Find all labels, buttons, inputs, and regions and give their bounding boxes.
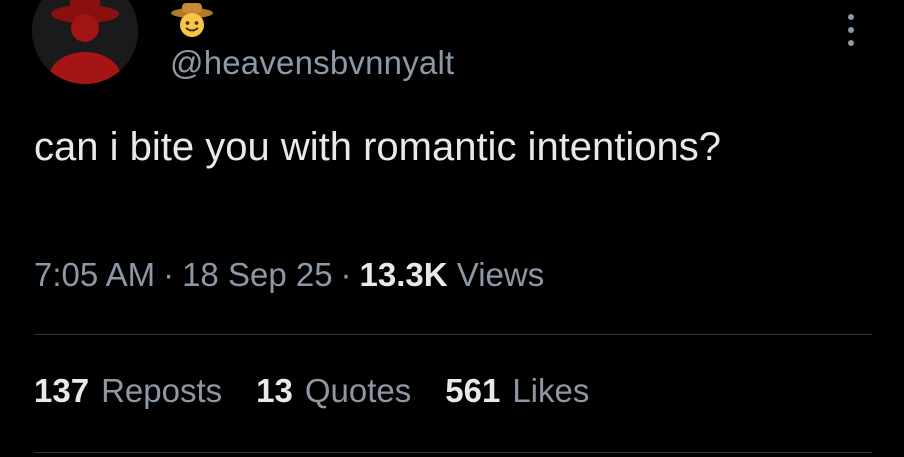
quotes-stat[interactable]: 13 Quotes [256, 372, 411, 410]
reposts-count: 137 [34, 372, 90, 409]
tweet-date[interactable]: 18 Sep 25 [182, 256, 332, 293]
likes-count: 561 [445, 372, 501, 409]
display-name-emoji[interactable] [170, 2, 214, 38]
tweet-time[interactable]: 7:05 AM [34, 256, 155, 293]
likes-label: Likes [512, 372, 590, 409]
cowboy-figure-icon [32, 0, 138, 84]
tweet-meta: 7:05 AM · 18 Sep 25 · 13.3K Views [34, 256, 544, 294]
reposts-stat[interactable]: 137 Reposts [34, 372, 222, 410]
author-handle[interactable]: @heavensbvnnyalt [170, 44, 454, 82]
quotes-label: Quotes [304, 372, 412, 409]
avatar[interactable] [32, 0, 138, 84]
more-options-button[interactable] [838, 10, 864, 50]
cowboy-hat-face-icon [171, 3, 213, 37]
separator: · [163, 256, 175, 293]
separator: · [340, 256, 352, 293]
views-label: Views [456, 256, 545, 293]
dot [848, 27, 854, 33]
engagement-stats: 137 Reposts 13 Quotes 561 Likes [34, 372, 623, 410]
divider [34, 334, 872, 335]
reposts-label: Reposts [101, 372, 223, 409]
tweet-text: can i bite you with romantic intentions? [34, 125, 722, 169]
dot [848, 14, 854, 20]
divider [34, 452, 872, 453]
quotes-count: 13 [256, 372, 293, 409]
likes-stat[interactable]: 561 Likes [445, 372, 589, 410]
views-count: 13.3K [359, 256, 448, 293]
dot [848, 40, 854, 46]
